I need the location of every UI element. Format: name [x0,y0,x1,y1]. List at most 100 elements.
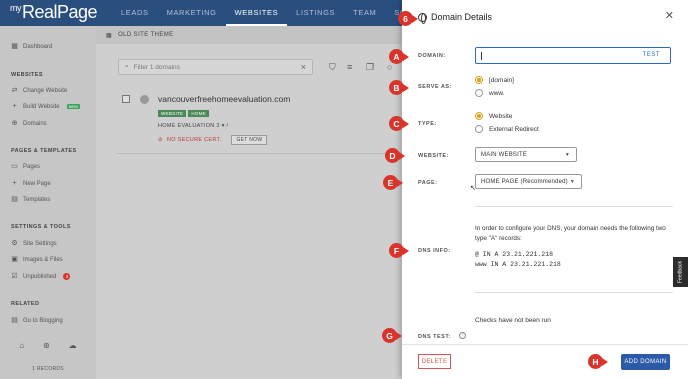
sidebar-item-label: Build Website [23,103,60,110]
checklist-icon: ☑ [11,273,18,280]
support-icon[interactable]: ⊛ [43,341,50,350]
sidebar-item-change-website[interactable]: ⇄ Change Website [11,87,68,94]
sidebar-item-dashboard[interactable]: ▦ Dashboard [11,43,52,50]
nav-item-websites[interactable]: WEBSITES [225,0,288,26]
nav-item-team[interactable]: TEAM [344,0,385,26]
radio-label: [domain] [489,76,514,84]
grid-icon: ▦ [11,43,18,50]
row-page: HOME EVALUATION 3 ▾ / [158,123,228,129]
sidebar-section-websites: WEBSITES [11,72,43,78]
logo-my: my [10,3,22,13]
modal-title: Domain Details [431,12,493,22]
type-option-external-redirect[interactable]: External Redirect [475,125,539,133]
sidebar-item-label: Change Website [23,87,68,94]
sidebar-item-new-page[interactable]: + New Page [11,180,50,187]
row-domain-name[interactable]: vancouverfreehomeevaluation.com [158,94,290,104]
plus-icon: + [12,103,17,110]
serve-as-option-www[interactable]: www. [475,89,505,97]
realpage-logo[interactable]: myRealPage [10,2,98,23]
feedback-tab[interactable]: Feedback [673,257,688,287]
footer-divider [402,344,688,345]
sidebar-section-settings: SETTINGS & TOOLS [11,224,71,230]
get-now-button[interactable]: GET NOW [231,135,268,145]
radio-unselected-icon [475,89,483,97]
chevron-down-icon[interactable]: ▾ [222,123,225,129]
search-icon: ⌕ [125,63,129,70]
help-icon[interactable]: ? [459,332,466,339]
domain-input[interactable]: TEST [475,47,671,64]
nav-item-marketing[interactable]: MARKETING [158,0,226,26]
plus-icon: + [12,180,17,187]
dns-checks-status: Checks have not been run [475,317,551,324]
text-caret [481,51,482,60]
serve-as-option-domain[interactable]: [domain] [475,76,514,84]
add-domain-button[interactable]: ADD DOMAIN [621,354,670,370]
row-page-name: HOME EVALUATION 3 [158,123,220,129]
row-tags: WEBSITE HOME [158,110,210,117]
nav-item-leads[interactable]: LEADS [112,0,158,26]
sidebar-item-unpublished[interactable]: ☑ Unpublished 3 [11,273,71,280]
sidebar-item-label: Site Settings [23,240,57,247]
sidebar-item-go-to-blogging[interactable]: ▤ Go to Blogging [11,317,63,324]
domain-label: DOMAIN: [418,53,446,59]
unpublished-count-badge: 3 [63,273,71,280]
divider [475,292,673,293]
globe-icon [418,12,427,24]
test-button[interactable]: TEST [643,52,660,58]
grid-icon: ▦ [106,32,113,39]
search-icon[interactable]: ○ [387,62,392,72]
swap-icon: ⇄ [11,87,18,94]
row-checkbox[interactable] [122,95,130,103]
sidebar-item-label: Unpublished [23,273,57,280]
row-cert: ⊘ NO SECURE CERT. GET NOW [158,135,268,145]
sidebar-item-build-website[interactable]: + Build Website NEW [11,103,80,110]
radio-label: External Redirect [489,125,539,133]
delete-button[interactable]: DELETE [418,354,451,369]
sidebar-item-images-files[interactable]: ▣ Images & Files [11,256,63,263]
website-label: WEBSITE: [418,153,449,159]
website-select-value: MAIN WEBSITE [481,151,528,158]
sidebar-item-templates[interactable]: ▤ Templates [11,196,50,203]
callout-f: F [389,243,409,258]
globe-icon: ⊕ [11,120,18,127]
sidebar-item-site-settings[interactable]: ⚙ Site Settings [11,240,57,247]
cert-status: NO SECURE CERT. [166,137,222,143]
chevron-down-icon: ▼ [569,179,575,185]
type-label: TYPE: [418,121,437,127]
dns-test-label: DNS TEST: [418,334,451,340]
settings-icon: ⚙ [11,240,18,247]
radio-label: Website [489,112,513,120]
main-content: ▦ OLD SITE THEME ⌕ Filter 1 domains × ⛉ ≡… [96,26,402,379]
filter-input[interactable]: ⌕ Filter 1 domains × [118,59,313,75]
logo-name: RealPage [22,2,98,22]
close-icon[interactable]: ✕ [665,9,674,22]
callout-e: E [383,175,403,190]
sidebar-item-pages[interactable]: ▭ Pages [11,163,40,170]
theme-label: OLD SITE THEME [118,32,174,38]
type-option-website[interactable]: Website [475,112,512,120]
radio-selected-icon [475,112,483,120]
row-divider [116,153,402,154]
sidebar-item-label: Go to Blogging [23,317,63,324]
sort-icon[interactable]: ≡ [347,62,352,72]
sidebar-item-domains[interactable]: ⊕ Domains [11,120,47,127]
sidebar-item-label: Pages [23,163,41,170]
sidebar-bottom-icons: ⌂ ⊛ ☁ [0,341,96,350]
website-select[interactable]: MAIN WEBSITE ▼ [475,147,577,162]
divider [475,206,673,207]
row-page-suffix: / [226,123,229,129]
chat-icon[interactable]: ☁ [69,341,77,350]
image-icon: ▣ [11,256,18,263]
chevron-down-icon: ▼ [564,152,570,158]
nav-item-listings[interactable]: LISTINGS [287,0,344,26]
home-icon[interactable]: ⌂ [19,341,24,350]
filter-icon[interactable]: ⛉ [329,62,336,73]
domain-details-panel: Domain Details ✕ DOMAIN: TEST SERVE AS: … [402,0,688,379]
new-badge: NEW [66,104,80,109]
page-select[interactable]: HOME PAGE (Recommended) ▼ [475,174,582,189]
globe-icon [140,95,149,104]
dns-info-label: DNS INFO: [418,248,451,254]
clear-filter-icon[interactable]: × [301,62,306,72]
copy-icon[interactable]: ❐ [366,62,374,73]
sidebar-section-pages: PAGES & TEMPLATES [11,148,77,154]
